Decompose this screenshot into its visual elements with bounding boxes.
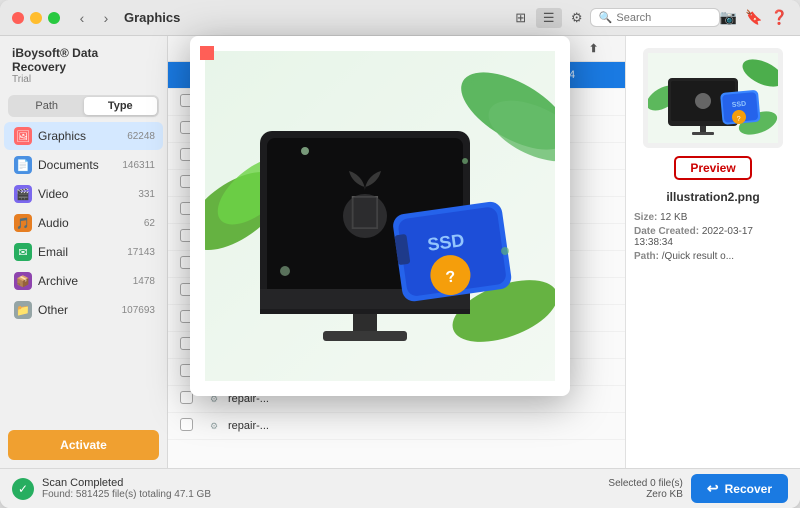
status-bar: ✓ Scan Completed Found: 581425 file(s) t… — [0, 468, 800, 508]
size-label: Size: — [634, 212, 657, 223]
graphics-count: 62248 — [127, 131, 155, 142]
file-type-icon: ⚙ — [204, 418, 224, 434]
sidebar-header: iBoysoft® Data Recovery Trial — [0, 36, 167, 91]
documents-icon: 📄 — [14, 156, 32, 174]
svg-text:?: ? — [737, 116, 742, 123]
scan-complete-text: Scan Completed — [42, 477, 211, 489]
size-value: 12 KB — [660, 212, 687, 223]
minimize-button[interactable] — [30, 12, 42, 24]
recover-button[interactable]: ↩ Recover — [691, 474, 788, 503]
audio-label: Audio — [38, 216, 144, 230]
window-controls — [12, 12, 60, 24]
titlebar-actions: 📷 🔖 ❓ — [720, 9, 788, 26]
filter-icon[interactable]: ⚙ — [564, 8, 590, 28]
email-count: 17143 — [127, 247, 155, 258]
sidebar: iBoysoft® Data Recovery Trial Path Type … — [0, 36, 168, 468]
path-value: /Quick result o... — [662, 251, 734, 262]
selected-size: Zero KB — [608, 489, 682, 500]
view-toggle: ⊞ ☰ ⚙ — [508, 8, 590, 28]
trial-label: Trial — [12, 74, 155, 85]
table-row[interactable]: ⚙ repair-... — [168, 413, 625, 440]
path-label: Path: — [634, 251, 659, 262]
svg-text:SSD: SSD — [732, 101, 747, 109]
video-count: 331 — [138, 189, 155, 200]
scan-complete-icon: ✓ — [12, 478, 34, 500]
preview-thumbnail: ? SSD — [643, 48, 783, 148]
archive-label: Archive — [38, 274, 133, 288]
documents-label: Documents — [38, 158, 122, 172]
overlay-close[interactable] — [200, 46, 214, 60]
selected-info: Selected 0 file(s) Zero KB — [608, 478, 682, 500]
list-view-icon[interactable]: ☰ — [536, 8, 562, 28]
sidebar-item-email[interactable]: ✉ Email 17143 — [4, 238, 163, 266]
preview-metadata: Size: 12 KB Date Created: 2022-03-17 13:… — [634, 212, 792, 265]
back-arrow[interactable]: ‹ — [72, 8, 92, 28]
recover-label: Recover — [725, 482, 772, 496]
large-preview-image:  SSD ? — [205, 51, 555, 381]
titlebar-title: Graphics — [124, 10, 508, 25]
maximize-button[interactable] — [48, 12, 60, 24]
activate-button[interactable]: Activate — [8, 430, 159, 460]
grid-view-icon[interactable]: ⊞ — [508, 8, 534, 28]
sidebar-item-graphics[interactable]: 🖼 Graphics 62248 — [4, 122, 163, 150]
search-box[interactable]: 🔍 — [590, 8, 720, 27]
preview-overlay:  SSD ? — [190, 36, 570, 396]
sidebar-item-archive[interactable]: 📦 Archive 1478 — [4, 267, 163, 295]
selected-count: Selected 0 file(s) — [608, 478, 682, 489]
sidebar-item-video[interactable]: 🎬 Video 331 — [4, 180, 163, 208]
email-icon: ✉ — [14, 243, 32, 261]
sidebar-item-other[interactable]: 📁 Other 107693 — [4, 296, 163, 324]
preview-button[interactable]: Preview — [674, 156, 751, 180]
scan-detail-text: Found: 581425 file(s) totaling 47.1 GB — [42, 489, 211, 500]
sidebar-item-documents[interactable]: 📄 Documents 146311 — [4, 151, 163, 179]
preview-path-row: Path: /Quick result o... — [634, 251, 792, 262]
audio-icon: 🎵 — [14, 214, 32, 232]
archive-icon: 📦 — [14, 272, 32, 290]
tab-type[interactable]: Type — [84, 97, 158, 115]
video-label: Video — [38, 187, 138, 201]
search-icon: 🔍 — [599, 11, 613, 24]
tab-path[interactable]: Path — [10, 97, 84, 115]
other-count: 107693 — [122, 305, 155, 316]
camera-icon[interactable]: 📷 — [720, 9, 737, 26]
preview-date-row: Date Created: 2022-03-17 13:38:34 — [634, 226, 792, 248]
sidebar-item-audio[interactable]: 🎵 Audio 62 — [4, 209, 163, 237]
preview-size-row: Size: 12 KB — [634, 212, 792, 223]
sidebar-items: 🖼 Graphics 62248 📄 Documents 146311 🎬 Vi… — [0, 121, 167, 422]
preview-filename: illustration2.png — [666, 190, 759, 204]
other-label: Other — [38, 303, 122, 317]
recover-icon: ↩ — [707, 480, 719, 497]
help-icon[interactable]: ❓ — [771, 9, 788, 26]
documents-count: 146311 — [122, 160, 155, 171]
graphics-icon: 🖼 — [14, 127, 32, 145]
file-name: repair-... — [228, 420, 393, 432]
email-label: Email — [38, 245, 127, 259]
scan-status: Scan Completed Found: 581425 file(s) tot… — [42, 477, 211, 500]
app-name: iBoysoft® Data Recovery — [12, 46, 155, 74]
bookmark-icon[interactable]: 🔖 — [745, 9, 762, 26]
main-window: ‹ › Graphics ⊞ ☰ ⚙ 🔍 📷 🔖 ❓ iBoysoft® Dat… — [0, 0, 800, 508]
row-checkbox[interactable] — [180, 418, 204, 434]
graphics-label: Graphics — [38, 129, 127, 143]
titlebar-nav: ‹ › — [72, 8, 116, 28]
preview-panel: ? SSD Preview illustration2.png Size: 12… — [625, 36, 800, 468]
search-input[interactable] — [616, 12, 710, 24]
titlebar: ‹ › Graphics ⊞ ☰ ⚙ 🔍 📷 🔖 ❓ — [0, 0, 800, 36]
date-label: Date Created: — [634, 226, 699, 237]
close-button[interactable] — [12, 12, 24, 24]
archive-count: 1478 — [133, 276, 155, 287]
export-col-header: ⬆ — [589, 42, 613, 55]
preview-image: ? SSD — [648, 53, 778, 143]
video-icon: 🎬 — [14, 185, 32, 203]
other-icon: 📁 — [14, 301, 32, 319]
audio-count: 62 — [144, 218, 155, 229]
forward-arrow[interactable]: › — [96, 8, 116, 28]
sidebar-tabs: Path Type — [8, 95, 159, 117]
